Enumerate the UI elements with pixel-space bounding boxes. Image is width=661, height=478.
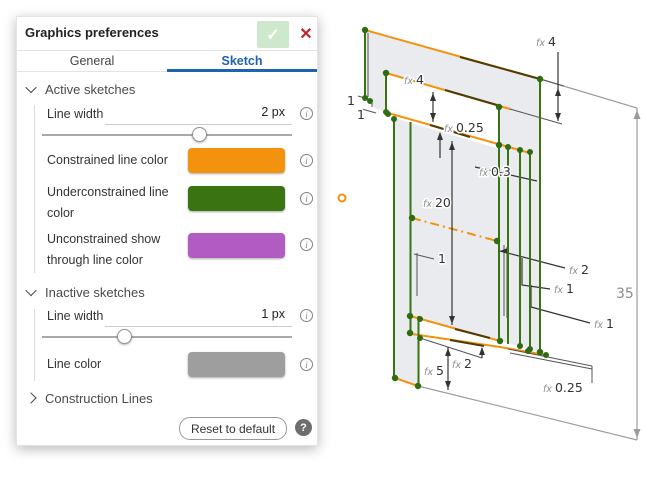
inactive-line-width-label: Line width <box>47 309 104 323</box>
help-icon[interactable]: ? <box>295 419 312 436</box>
info-icon[interactable]: i <box>300 238 313 251</box>
active-line-width-label: Line width <box>47 107 104 121</box>
inactive-line-width-slider[interactable] <box>42 336 292 338</box>
tab-sketch[interactable]: Sketch <box>167 50 317 71</box>
active-line-width-value[interactable]: 2 px <box>177 105 285 119</box>
dim-label-1-a[interactable]: 1 <box>346 92 357 110</box>
dialog-title: Graphics preferences <box>25 25 159 40</box>
app-canvas: 1 1 fx 4 fx 0.25 fx 4 fx 0.3 fx 20 1 fx 2 fx 1 … <box>0 0 661 478</box>
underconstrained-color-label: Underconstrained line color <box>47 185 169 220</box>
section-inactive-sketches[interactable]: Inactive sketches <box>25 282 145 302</box>
dim-label-1-b[interactable]: 1 <box>356 106 367 124</box>
info-icon[interactable]: i <box>300 107 313 120</box>
checkmark-icon: ✓ <box>266 26 280 44</box>
chevron-down-icon <box>25 284 37 297</box>
info-icon[interactable]: i <box>300 192 313 205</box>
active-line-width-slider-thumb[interactable] <box>192 127 207 142</box>
close-icon: ✕ <box>299 26 313 43</box>
underconstrained-color-swatch[interactable] <box>188 186 285 211</box>
constrained-color-swatch[interactable] <box>188 148 285 173</box>
tab-general[interactable]: General <box>17 50 167 71</box>
sketch-origin-marker[interactable] <box>337 193 347 203</box>
info-icon[interactable]: i <box>300 358 313 371</box>
section-guide-line <box>34 105 35 273</box>
section-guide-line <box>34 309 35 381</box>
dim-label-4-right[interactable]: fx 4 <box>535 33 558 51</box>
close-button[interactable]: ✕ <box>295 23 317 45</box>
reset-to-default-button[interactable]: Reset to default <box>179 417 287 440</box>
active-line-width-slider[interactable] <box>42 134 292 136</box>
unconstrained-color-swatch[interactable] <box>188 233 285 258</box>
graphics-preferences-dialog: Graphics preferences ✓ ✕ General Sketch … <box>16 16 318 446</box>
dim-label-1-lower[interactable]: fx 1 <box>593 315 616 333</box>
constrained-color-label: Constrained line color <box>47 153 168 167</box>
chevron-right-icon <box>25 392 37 404</box>
section-construction-lines[interactable]: Construction Lines <box>25 388 153 408</box>
info-icon[interactable]: i <box>300 309 313 322</box>
confirm-button[interactable]: ✓ <box>257 21 289 48</box>
inactive-line-width-slider-thumb[interactable] <box>117 329 132 344</box>
active-tab-indicator <box>167 69 317 72</box>
chevron-down-icon <box>25 81 37 94</box>
inactive-line-color-swatch[interactable] <box>188 352 285 377</box>
unconstrained-color-label: Unconstrained show through line color <box>47 232 161 267</box>
dim-label-025-bottom[interactable]: fx 0.25 <box>542 379 585 397</box>
dim-label-2-bottom[interactable]: fx 2 <box>451 355 474 373</box>
inactive-line-color-label: Line color <box>47 357 102 371</box>
inactive-line-width-value[interactable]: 1 px <box>177 307 285 321</box>
dim-label-025-top[interactable]: fx 0.25 <box>443 119 486 137</box>
dim-label-2-right[interactable]: fx 2 <box>568 261 591 279</box>
section-active-sketches[interactable]: Active sketches <box>25 79 135 99</box>
dim-label-1-mid[interactable]: 1 <box>437 250 448 268</box>
active-line-width-underline <box>105 124 292 125</box>
dim-label-5-bottom[interactable]: fx 5 <box>423 362 446 380</box>
dim-label-1-right[interactable]: fx 1 <box>553 280 576 298</box>
inactive-line-width-underline <box>105 326 292 327</box>
info-icon[interactable]: i <box>300 154 313 167</box>
dim-label-35[interactable]: 35 <box>615 285 636 304</box>
